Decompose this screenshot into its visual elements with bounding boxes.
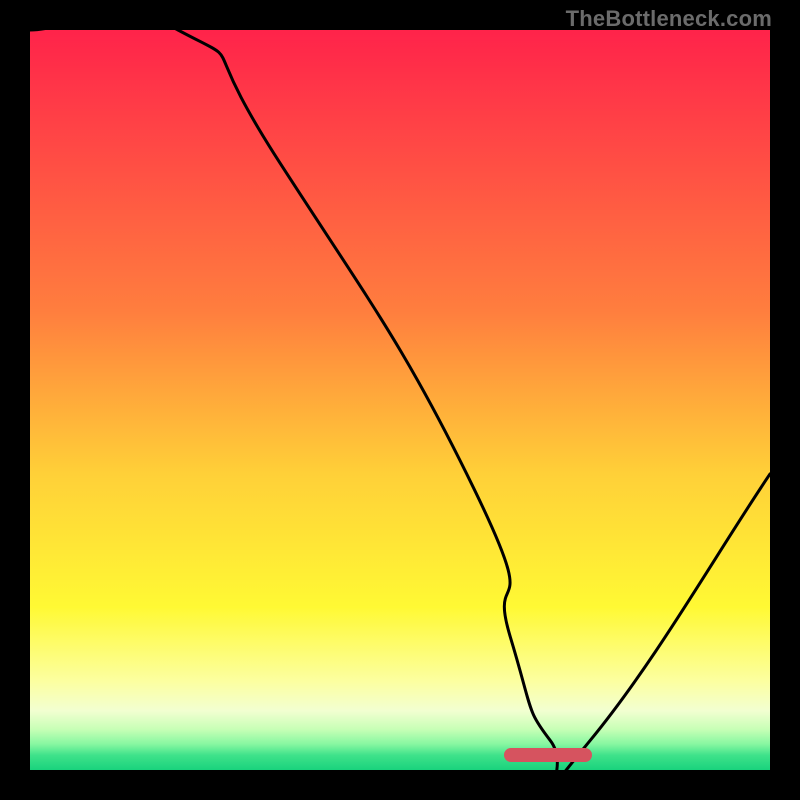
chart-frame: TheBottleneck.com <box>0 0 800 800</box>
chart-svg <box>30 30 770 770</box>
gradient-fill <box>30 30 770 770</box>
optimal-range-marker <box>504 748 593 762</box>
watermark-label: TheBottleneck.com <box>566 6 772 32</box>
plot-area <box>30 30 770 770</box>
